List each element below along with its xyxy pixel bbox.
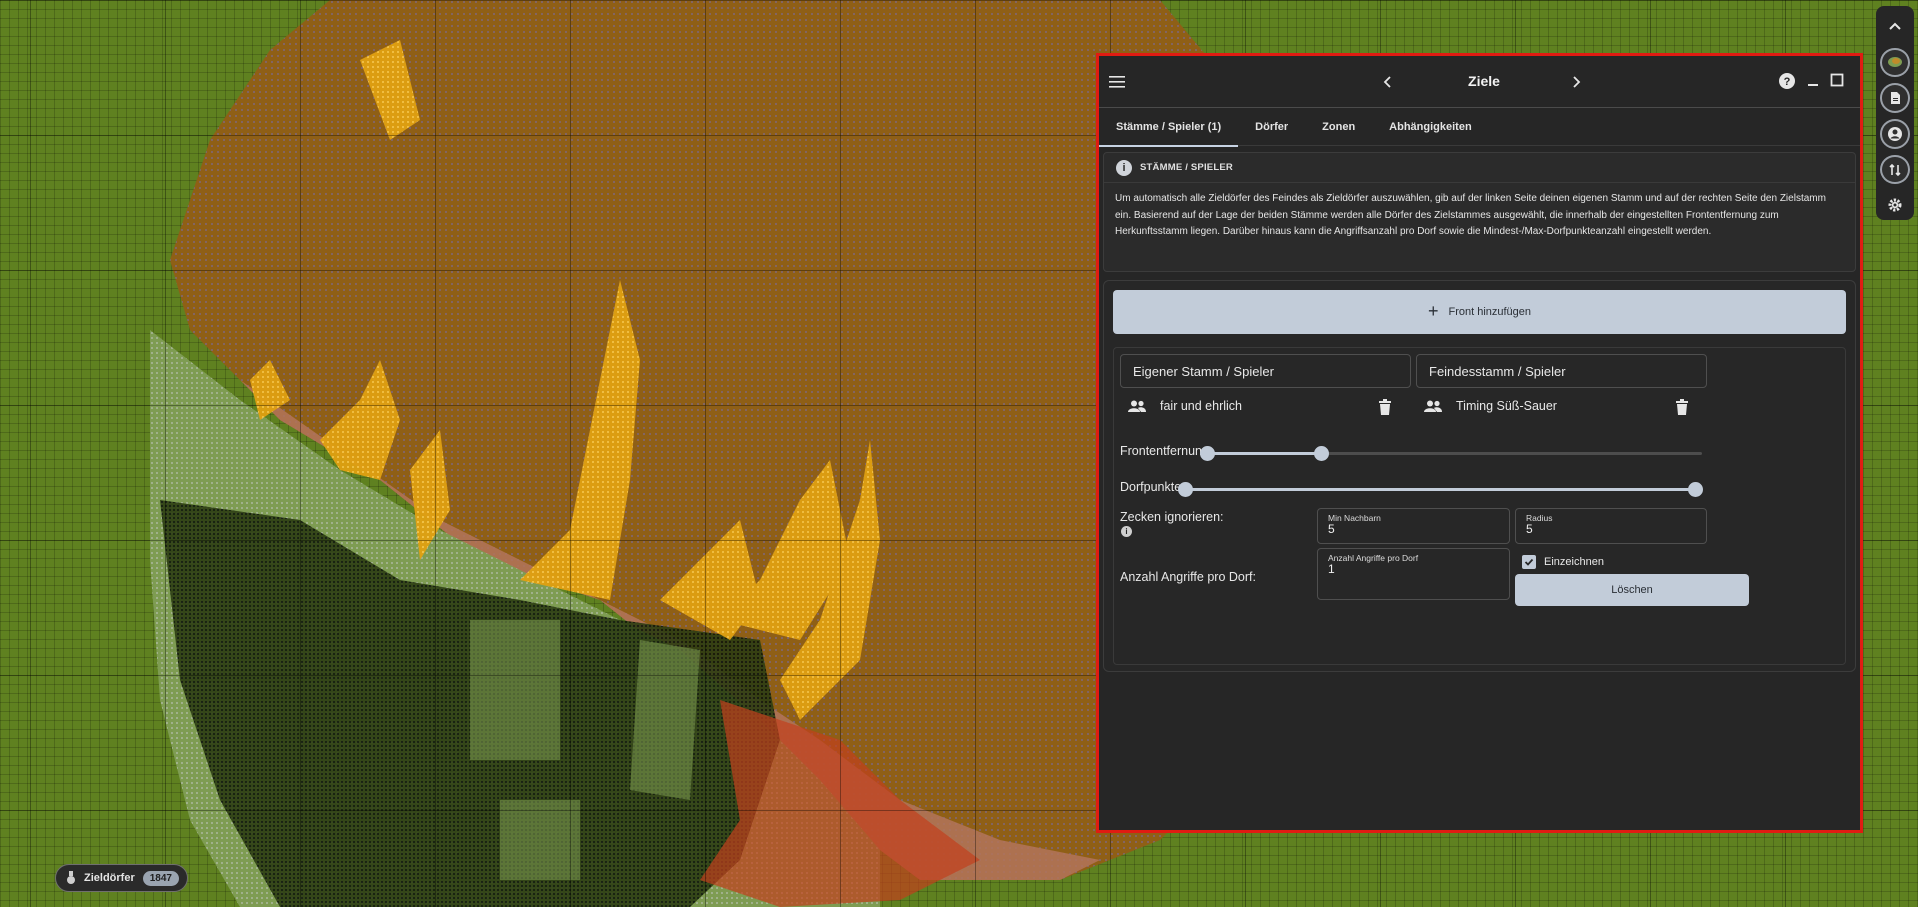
radius-input[interactable]: Radius 5 (1515, 508, 1707, 544)
group-icon (1128, 400, 1146, 412)
info-card-heading: STÄMME / SPIELER (1140, 162, 1233, 173)
swap-button[interactable] (1880, 154, 1910, 185)
ignore-ticks-label: Zecken ignorieren: (1120, 510, 1224, 524)
info-card: i STÄMME / SPIELER Um automatisch alle Z… (1103, 152, 1856, 272)
svg-text:?: ? (1784, 76, 1791, 88)
swap-icon (1889, 163, 1901, 176)
maximize-button[interactable] (1829, 72, 1849, 92)
enemy-tribe-item: Timing Süß-Sauer (1424, 391, 1557, 421)
radius-value: 5 (1526, 522, 1533, 536)
document-button[interactable] (1880, 83, 1910, 114)
enemy-tribe-field-label: Feindesstamm / Spieler (1429, 363, 1566, 379)
min-neighbors-value: 5 (1328, 522, 1335, 536)
chevron-left-icon (1383, 76, 1391, 88)
panel-title: Ziele (1468, 73, 1500, 89)
map-icon (1888, 57, 1902, 68)
delete-front-button[interactable]: Löschen (1515, 574, 1749, 606)
panel-header: Ziele ? (1099, 56, 1860, 108)
delete-enemy-tribe-button[interactable] (1675, 399, 1691, 417)
draw-checkbox[interactable] (1522, 555, 1536, 569)
right-toolbar (1876, 6, 1914, 220)
enemy-tribe-name: Timing Süß-Sauer (1456, 399, 1557, 413)
gear-icon (1888, 198, 1902, 212)
plus-icon: + (1427, 301, 1439, 321)
info-icon: i (1121, 526, 1132, 537)
account-button[interactable] (1880, 119, 1910, 149)
tab-zones[interactable]: Zonen (1305, 108, 1372, 146)
previous-button[interactable] (1377, 71, 1399, 93)
target-villages-label: Zieldörfer (84, 872, 135, 884)
maximize-icon (1830, 73, 1844, 87)
village-points-min-thumb[interactable] (1178, 482, 1193, 497)
help-icon: ? (1779, 73, 1795, 89)
front-distance-min-thumb[interactable] (1200, 446, 1215, 461)
hamburger-icon (1109, 76, 1125, 88)
group-icon (1424, 400, 1442, 412)
target-villages-chip[interactable]: Zieldörfer 1847 (55, 864, 188, 892)
village-points-label: Dorfpunkte (1120, 480, 1182, 494)
min-neighbors-label: Min Nachbarn (1328, 513, 1381, 523)
own-tribe-field-label: Eigener Stamm / Spieler (1133, 363, 1274, 379)
next-button[interactable] (1565, 71, 1587, 93)
help-button[interactable]: ? (1778, 72, 1798, 92)
minimize-icon (1808, 84, 1818, 86)
trash-icon (1676, 399, 1688, 415)
front-distance-label: Frontentfernung (1120, 444, 1209, 458)
add-front-label: Front hinzufügen (1448, 306, 1532, 318)
village-points-max-thumb[interactable] (1688, 482, 1703, 497)
account-icon (1888, 126, 1902, 141)
own-tribe-item: fair und ehrlich (1128, 391, 1242, 421)
panel-tabs: Stämme / Spieler (1) Dörfer Zonen Abhäng… (1099, 108, 1860, 147)
village-points-fill (1185, 488, 1695, 491)
document-icon (1891, 92, 1900, 105)
draw-label: Einzeichnen (1544, 556, 1604, 568)
own-tribe-field[interactable]: Eigener Stamm / Spieler (1120, 354, 1411, 388)
chevron-right-icon (1573, 76, 1581, 88)
check-icon (1524, 558, 1534, 566)
attacks-per-village-input[interactable]: Anzahl Angriffe pro Dorf 1 (1317, 548, 1510, 600)
info-card-header: i STÄMME / SPIELER (1104, 153, 1855, 183)
front-card: + Front hinzufügen Eigener Stamm / Spiel… (1103, 280, 1856, 672)
trash-icon (1379, 399, 1391, 415)
attacks-per-village-value: 1 (1328, 562, 1335, 576)
targets-panel: Ziele ? Stämme / Spieler (1) Dörfer Zone… (1096, 53, 1863, 833)
settings-button[interactable] (1880, 190, 1910, 220)
min-neighbors-input[interactable]: Min Nachbarn 5 (1317, 508, 1510, 544)
front-distance-max-thumb[interactable] (1313, 446, 1329, 461)
collapse-toolbar-button[interactable] (1880, 12, 1910, 42)
attacks-per-village-field-label: Anzahl Angriffe pro Dorf (1328, 553, 1419, 563)
tab-tribes-players[interactable]: Stämme / Spieler (1) (1099, 108, 1239, 147)
info-icon: i (1116, 159, 1132, 176)
info-card-text: Um automatisch alle Zieldörfer des Feind… (1115, 193, 1826, 237)
tab-villages[interactable]: Dörfer (1238, 108, 1305, 146)
enemy-tribe-field[interactable]: Feindesstamm / Spieler (1416, 354, 1707, 388)
menu-button[interactable] (1107, 72, 1127, 92)
chevron-up-icon (1889, 22, 1901, 30)
front-entry: Eigener Stamm / Spieler Feindesstamm / S… (1113, 347, 1846, 665)
minimize-button[interactable] (1805, 72, 1825, 92)
front-distance-fill (1207, 452, 1321, 455)
map-layer-button[interactable] (1880, 47, 1910, 78)
tab-dependencies[interactable]: Abhängigkeiten (1372, 108, 1489, 146)
attacks-per-village-label: Anzahl Angriffe pro Dorf: (1120, 570, 1256, 584)
delete-own-tribe-button[interactable] (1378, 399, 1394, 417)
medal-icon (67, 871, 75, 884)
add-front-button[interactable]: + Front hinzufügen (1113, 290, 1846, 334)
target-villages-count: 1847 (142, 870, 179, 886)
own-tribe-name: fair und ehrlich (1160, 399, 1242, 413)
